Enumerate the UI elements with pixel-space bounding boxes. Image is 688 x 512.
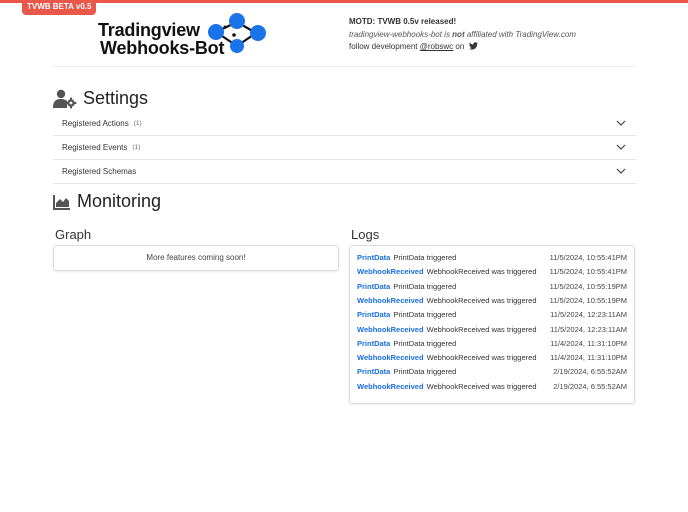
log-event-tag[interactable]: PrintData [357, 310, 390, 319]
log-timestamp: 11/5/2024, 10:55:19PM [549, 281, 627, 291]
accordion-label: Registered Events [62, 143, 128, 152]
log-message: PrintData triggered [393, 253, 457, 262]
log-row: WebhookReceived WebhookReceived was trigg… [357, 351, 627, 365]
motd-title: MOTD: TVWB 0.5v released! [349, 17, 457, 26]
area-chart-icon [53, 194, 70, 210]
app-logo[interactable]: Tradingview Webhooks-Bot [96, 12, 271, 62]
log-event-tag[interactable]: WebhookReceived [357, 296, 424, 305]
accordion-label: Registered Actions [62, 119, 129, 128]
settings-title: Settings [83, 88, 149, 108]
accordion-count: (1) [132, 144, 141, 151]
log-event-tag[interactable]: PrintData [357, 282, 390, 291]
log-row: PrintData PrintData triggered 2/19/2024, 6… [357, 365, 627, 379]
log-row: PrintData PrintData triggered 11/5/2024, 1… [357, 308, 627, 322]
log-row: WebhookReceived WebhookReceived was trigg… [357, 265, 627, 279]
chevron-down-icon[interactable] [616, 167, 626, 175]
log-timestamp: 11/5/2024, 10:55:19PM [549, 295, 627, 305]
log-timestamp: 11/4/2024, 11:31:10PM [550, 338, 627, 348]
log-row: PrintData PrintData triggered 11/5/2024, 1… [357, 251, 627, 265]
log-message: WebhookReceived was triggered [426, 353, 537, 363]
log-message: PrintData triggered [393, 338, 457, 348]
accordion-label: Registered Schemas [62, 167, 137, 176]
log-timestamp: 11/5/2024, 12:23:11AM [550, 324, 627, 334]
follow-handle-link[interactable]: @robswc [420, 42, 453, 51]
logs-title: Logs [351, 227, 380, 242]
settings-accordion: Registered Actions (1) Registered Events… [53, 112, 636, 184]
top-accent-bar [0, 0, 688, 3]
log-event-tag[interactable]: WebhookReceived [357, 353, 424, 362]
user-gear-icon [53, 89, 77, 108]
log-timestamp: 11/5/2024, 12:23:11AM [550, 310, 627, 320]
log-event-tag[interactable]: PrintData [357, 339, 390, 348]
log-timestamp: 11/5/2024, 10:55:41PM [549, 267, 627, 277]
accordion-registered-schemas[interactable]: Registered Schemas [53, 160, 636, 184]
log-row: WebhookReceived WebhookReceived was trigg… [357, 380, 627, 394]
log-timestamp: 11/4/2024, 11:31:10PM [550, 353, 627, 363]
motd-desc-prefix: tradingview-webhooks-bot is [349, 29, 450, 39]
chevron-down-icon[interactable] [616, 143, 626, 151]
motd-desc-suffix: affiliated with TradingView.com [466, 29, 576, 39]
log-row: WebhookReceived WebhookReceived was trigg… [357, 323, 627, 337]
log-timestamp: 2/19/2024, 6:55:52AM [553, 367, 627, 377]
log-event-tag[interactable]: WebhookReceived [357, 382, 424, 391]
motd-desc-not: not [452, 29, 465, 39]
twitter-icon[interactable] [468, 42, 478, 50]
follow-prefix: follow development [349, 42, 418, 51]
network-graph-icon [208, 13, 266, 53]
log-row: PrintData PrintData triggered 11/4/2024, 1… [357, 337, 627, 351]
accordion-count: (1) [133, 120, 142, 127]
log-event-tag[interactable]: WebhookReceived [357, 267, 424, 276]
log-message: WebhookReceived was triggered [426, 381, 537, 391]
log-timestamp: 2/19/2024, 6:55:52AM [553, 381, 627, 391]
motd-panel: MOTD: TVWB 0.5v released! tradingview-we… [349, 16, 576, 54]
log-message: PrintData triggered [393, 367, 457, 377]
follow-suffix: on [455, 42, 465, 51]
settings-heading: Settings [53, 88, 148, 109]
log-message: PrintData triggered [393, 281, 457, 291]
graph-title: Graph [55, 227, 92, 242]
chevron-down-icon[interactable] [616, 119, 626, 127]
log-row: WebhookReceived WebhookReceived was trigg… [357, 294, 627, 308]
log-message: WebhookReceived was triggered [426, 324, 537, 334]
motd-description: tradingview-webhooks-bot is not affiliat… [349, 29, 576, 42]
log-timestamp: 11/5/2024, 10:55:41PM [549, 253, 627, 262]
log-event-tag[interactable]: WebhookReceived [357, 325, 424, 334]
graph-panel: More features coming soon! [53, 245, 339, 271]
log-event-tag[interactable]: PrintData [357, 367, 390, 376]
graph-placeholder-message: More features coming soon! [146, 253, 246, 262]
beta-badge: TVWB BETA v0.5 [22, 0, 97, 15]
logs-panel: PrintData PrintData triggered 11/5/2024, 1… [349, 245, 635, 404]
accordion-registered-actions[interactable]: Registered Actions (1) [53, 112, 636, 136]
log-message: WebhookReceived was triggered [426, 295, 537, 305]
log-message: WebhookReceived was triggered [426, 267, 537, 277]
log-message: PrintData triggered [393, 310, 457, 320]
header-divider [52, 66, 636, 67]
monitoring-heading: Monitoring [53, 191, 161, 212]
accordion-registered-events[interactable]: Registered Events (1) [53, 136, 636, 160]
log-event-tag[interactable]: PrintData [357, 253, 390, 262]
motd-follow: follow development @robswc on [349, 41, 576, 54]
log-row: PrintData PrintData triggered 11/5/2024, 1… [357, 280, 627, 294]
monitoring-title: Monitoring [77, 191, 162, 211]
